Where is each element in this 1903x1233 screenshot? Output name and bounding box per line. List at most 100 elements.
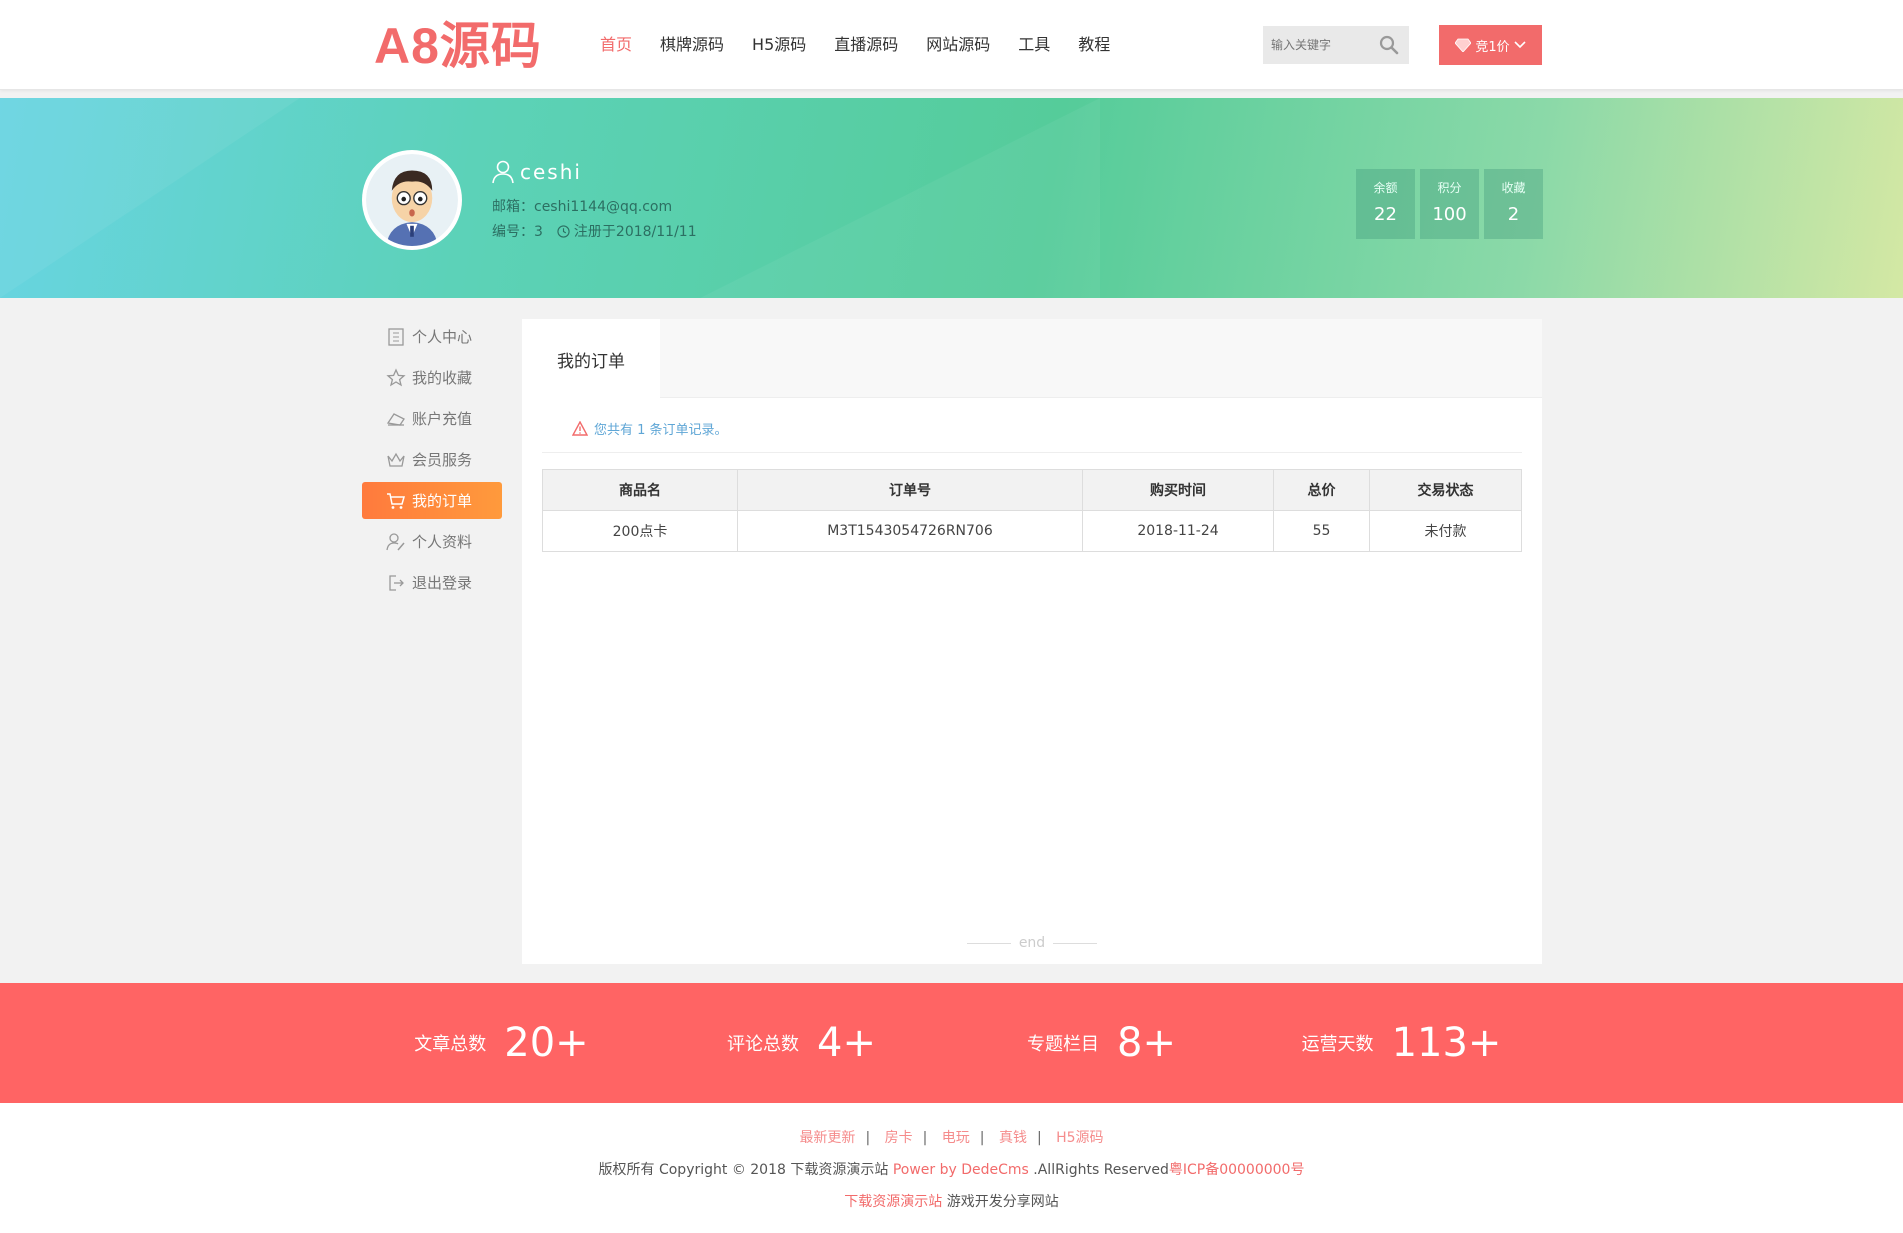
purchase-time: 2018-11-24 — [1082, 510, 1274, 552]
stat-label: 文章总数 — [414, 1034, 487, 1055]
search-input[interactable] — [1263, 26, 1373, 64]
rights-text: .AllRights Reserved — [1028, 1162, 1169, 1178]
footer-link[interactable]: H5源码 — [1056, 1130, 1103, 1146]
clock-icon — [557, 224, 570, 238]
search-box — [1263, 26, 1409, 64]
stat-number: 20+ — [504, 1020, 589, 1066]
main-nav: 首页 棋牌源码 H5源码 直播源码 网站源码 工具 教程 — [600, 30, 1138, 60]
username: ceshi — [492, 160, 582, 184]
sidebar-item-logout[interactable]: 退出登录 — [362, 564, 502, 601]
column-header: 商品名 — [542, 469, 738, 511]
stat-favorites[interactable]: 收藏 2 — [1484, 169, 1543, 239]
user-meta: 编号：3 注册于2018/11/11 — [492, 221, 697, 241]
search-icon[interactable] — [1379, 35, 1399, 55]
cart-icon — [387, 492, 405, 509]
sidebar-item-label: 退出登录 — [412, 574, 473, 592]
stat-number: 113+ — [1391, 1020, 1502, 1066]
divider — [542, 452, 1522, 453]
stat-articles: 文章总数 20+ — [352, 1020, 652, 1066]
stat-label: 积分 — [1437, 181, 1462, 195]
nav-item-home[interactable]: 首页 — [600, 30, 632, 60]
user-edit-icon — [386, 532, 405, 550]
username-text: ceshi — [520, 160, 582, 184]
nav-item-tools[interactable]: 工具 — [1018, 30, 1050, 60]
stat-label: 收藏 — [1501, 181, 1526, 195]
column-header: 订单号 — [737, 469, 1083, 511]
end-label: end — [1018, 935, 1046, 951]
nav-item-website[interactable]: 网站源码 — [926, 30, 990, 60]
order-status: 未付款 — [1369, 510, 1522, 552]
sidebar-menu: 个人中心 我的收藏 账户充值 会员服务 我的订单 个人资料 退出登录 — [362, 318, 502, 605]
column-header: 总价 — [1273, 469, 1370, 511]
nav-item-tutorial[interactable]: 教程 — [1078, 30, 1110, 60]
logout-icon — [389, 574, 404, 591]
stat-balance[interactable]: 余额 22 — [1356, 169, 1415, 239]
stat-comments: 评论总数 4+ — [652, 1020, 952, 1066]
warning-icon — [572, 421, 588, 436]
stat-value: 100 — [1432, 204, 1467, 225]
sidebar-item-personal-center[interactable]: 个人中心 — [362, 318, 502, 355]
profile-banner — [0, 98, 1903, 298]
product-name: 200点卡 — [542, 510, 738, 552]
stat-number: 4+ — [817, 1020, 876, 1066]
footer-link[interactable]: 房卡 — [885, 1130, 913, 1146]
orders-table: 商品名 订单号 购买时间 总价 交易状态 200点卡 M3T1543054726… — [542, 469, 1522, 552]
nav-item-live[interactable]: 直播源码 — [834, 30, 898, 60]
stat-value: 22 — [1374, 204, 1397, 225]
sidebar-item-label: 个人中心 — [412, 328, 473, 346]
end-marker: end — [522, 935, 1542, 951]
sidebar-item-recharge[interactable]: 账户充值 — [362, 400, 502, 437]
stat-days: 运营天数 113+ — [1252, 1020, 1552, 1066]
tab-bar — [522, 319, 1542, 398]
registered-text: 注册于2018/11/11 — [573, 224, 697, 240]
notice-text: 您共有 1 条订单记录。 — [594, 423, 728, 438]
bid-label: 竞1价 — [1475, 39, 1510, 55]
sidebar-item-orders[interactable]: 我的订单 — [362, 482, 502, 519]
bid-button[interactable]: 竞1价 — [1439, 25, 1542, 65]
site-stats-bar: 文章总数 20+ 评论总数 4+ 专题栏目 8+ 运营天数 113+ — [0, 983, 1903, 1103]
sidebar-item-label: 我的订单 — [412, 492, 473, 510]
stat-label: 评论总数 — [727, 1034, 800, 1055]
building-icon — [388, 327, 404, 346]
nav-item-chess[interactable]: 棋牌源码 — [660, 30, 724, 60]
column-header: 购买时间 — [1082, 469, 1274, 511]
sidebar-item-label: 个人资料 — [412, 533, 473, 551]
sidebar-item-favorites[interactable]: 我的收藏 — [362, 359, 502, 396]
star-icon — [386, 367, 406, 386]
column-header: 交易状态 — [1369, 469, 1522, 511]
power-link[interactable]: Power by DedeCms — [893, 1162, 1029, 1178]
avatar[interactable] — [362, 150, 462, 250]
footer-link[interactable]: 电玩 — [942, 1130, 970, 1146]
table-header-row: 商品名 订单号 购买时间 总价 交易状态 — [542, 469, 1522, 511]
stat-label: 运营天数 — [1301, 1034, 1374, 1055]
stat-label: 专题栏目 — [1027, 1034, 1100, 1055]
nav-item-h5[interactable]: H5源码 — [752, 30, 806, 60]
crown-icon — [387, 452, 405, 467]
tab-my-orders[interactable]: 我的订单 — [522, 319, 660, 399]
footer-links: 最新更新 | 房卡 | 电玩 | 真钱 | H5源码 — [799, 1130, 1104, 1146]
table-row[interactable]: 200点卡 M3T1543054726RN706 2018-11-24 55 未… — [542, 510, 1522, 552]
footer-copyright: 版权所有 Copyright © 2018 下载资源演示站 Power by D… — [0, 1159, 1903, 1179]
footer-link[interactable]: 真钱 — [999, 1130, 1027, 1146]
stat-points[interactable]: 积分 100 — [1420, 169, 1479, 239]
sidebar-item-label: 会员服务 — [412, 451, 473, 469]
user-icon — [492, 160, 514, 184]
sidebar-item-profile[interactable]: 个人资料 — [362, 523, 502, 560]
stat-number: 8+ — [1117, 1020, 1176, 1066]
user-stats: 余额 22 积分 100 收藏 2 — [1356, 169, 1543, 239]
icp-link[interactable]: 粤ICP备00000000号 — [1169, 1162, 1305, 1178]
site-header: A8源码 首页 棋牌源码 H5源码 直播源码 网站源码 工具 教程 竞1价 — [0, 0, 1903, 90]
sidebar-item-membership[interactable]: 会员服务 — [362, 441, 502, 478]
site-logo[interactable]: A8源码 — [374, 16, 542, 76]
diamond-icon — [1455, 38, 1472, 52]
stat-label: 余额 — [1373, 181, 1398, 195]
footer-link[interactable]: 最新更新 — [799, 1130, 855, 1146]
site-footer: 最新更新 | 房卡 | 电玩 | 真钱 | H5源码 版权所有 Copyright © … — [0, 1103, 1903, 1233]
stat-topics: 专题栏目 8+ — [952, 1020, 1252, 1066]
chevron-down-icon — [1514, 41, 1526, 49]
stat-value: 2 — [1507, 204, 1520, 225]
site-link[interactable]: 下载资源演示站 — [844, 1194, 942, 1210]
wallet-icon — [386, 412, 405, 426]
copyright-text: 版权所有 Copyright © 2018 下载资源演示站 — [598, 1162, 893, 1178]
total-price: 55 — [1273, 510, 1370, 552]
